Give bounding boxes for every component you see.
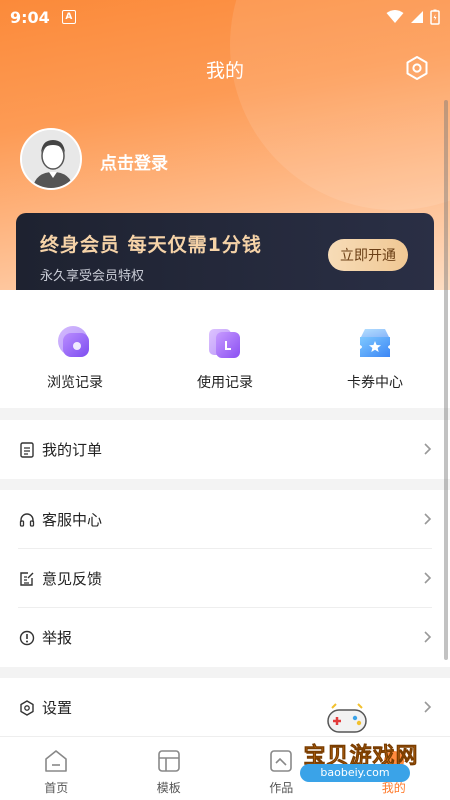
signal-icon: [411, 11, 423, 23]
menu-item-report[interactable]: 举报: [0, 608, 450, 667]
shortcut-label: 使用记录: [197, 375, 253, 391]
chevron-right-icon: [424, 572, 432, 584]
tab-label: 模板: [156, 781, 181, 795]
status-bar: 9:04 A: [0, 0, 450, 34]
chevron-right-icon: [424, 443, 432, 455]
gamepad-icon: [327, 703, 367, 733]
menu-item-orders[interactable]: 我的订单: [0, 420, 450, 479]
login-prompt[interactable]: 点击登录: [100, 149, 168, 174]
vip-title: 终身会员 每天仅需1分钱: [40, 234, 262, 256]
menu-item-feedback[interactable]: 意见反馈: [0, 549, 450, 608]
open-vip-button[interactable]: 立即开通: [328, 239, 408, 271]
tab-label: 首页: [44, 781, 69, 795]
gear-icon: [18, 699, 36, 717]
menu-label: 客服中心: [42, 511, 103, 529]
avatar[interactable]: [20, 128, 82, 190]
usage-record-icon: [209, 329, 240, 358]
menu-label: 意见反馈: [42, 570, 103, 588]
document-icon: [18, 441, 36, 459]
orders-card: 我的订单: [0, 420, 450, 479]
wifi-icon: [386, 10, 404, 23]
headset-icon: [18, 511, 36, 529]
history-icon: [58, 326, 89, 357]
tab-template[interactable]: 模板: [113, 737, 226, 800]
shortcut-coupon[interactable]: 卡券中心: [300, 290, 450, 408]
coupon-icon: [360, 329, 390, 357]
page-title: 我的: [205, 60, 244, 82]
scrollbar[interactable]: [444, 100, 448, 660]
shortcut-label: 浏览记录: [47, 375, 103, 391]
watermark-url: baobeiy.com: [300, 764, 410, 782]
shortcut-history[interactable]: 浏览记录: [0, 290, 150, 408]
service-card: 客服中心 意见反馈 举报: [0, 490, 450, 667]
vip-subtitle: 永久享受会员特权: [40, 269, 145, 284]
chevron-right-icon: [424, 513, 432, 525]
shortcut-usage-record[interactable]: 使用记录: [150, 290, 300, 408]
shortcut-grid: 浏览记录 使用记录 卡券中心: [0, 290, 450, 408]
template-icon: [157, 750, 180, 772]
menu-label: 我的订单: [42, 441, 103, 459]
watermark-logo: 宝贝游戏网 baobeiy.com: [278, 700, 444, 792]
edit-document-icon: [18, 570, 36, 588]
shortcut-label: 卡券中心: [347, 375, 403, 391]
battery-icon: [430, 9, 440, 25]
menu-item-service[interactable]: 客服中心: [0, 490, 450, 549]
alert-circle-icon: [18, 629, 36, 647]
chevron-right-icon: [424, 631, 432, 643]
home-icon: [45, 750, 68, 772]
status-time: 9:04: [10, 7, 50, 27]
menu-label: 设置: [42, 699, 73, 717]
gear-icon[interactable]: [404, 55, 430, 81]
menu-label: 举报: [42, 629, 73, 647]
a-icon: A: [61, 10, 76, 24]
tab-home[interactable]: 首页: [0, 737, 113, 800]
